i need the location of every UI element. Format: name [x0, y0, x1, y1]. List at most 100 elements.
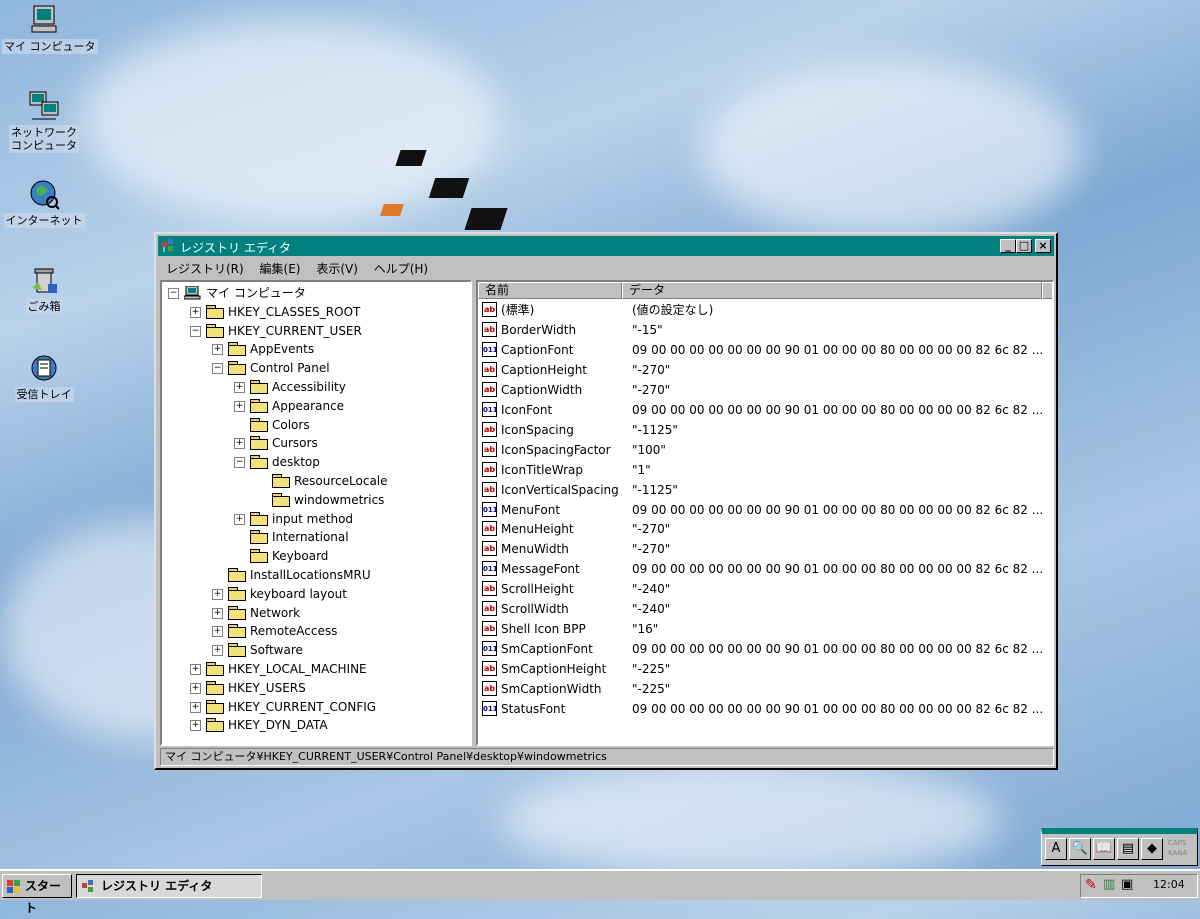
value-row[interactable]: ab MenuWidth "-270" [480, 539, 1052, 559]
tree-node[interactable]: + HKEY_USERS [162, 679, 468, 697]
desktop-icon-inbox[interactable]: 受信トレイ [2, 352, 86, 402]
menu-registry[interactable]: レジストリ(R) [160, 258, 250, 279]
tree-node-label: windowmetrics [294, 492, 385, 507]
tree-node[interactable]: ResourceLocale [162, 472, 468, 490]
tree-node[interactable]: − HKEY_CURRENT_USER [162, 322, 468, 340]
expand-toggle-icon[interactable]: + [190, 720, 201, 732]
value-row[interactable]: ab SmCaptionWidth "-225" [480, 679, 1052, 699]
expand-toggle-icon[interactable]: + [234, 438, 245, 450]
expand-toggle-icon[interactable]: + [212, 645, 223, 657]
tree-node[interactable]: + HKEY_LOCAL_MACHINE [162, 660, 468, 678]
tree-node[interactable]: + keyboard layout [162, 585, 468, 603]
value-row[interactable]: 011 IconFont 09 00 00 00 00 00 00 00 90 01… [480, 400, 1052, 420]
value-row[interactable]: ab Shell Icon BPP "16" [480, 619, 1052, 639]
ime-tool-icon[interactable]: ◆ [1141, 838, 1163, 860]
expand-toggle-icon[interactable]: + [234, 400, 245, 412]
expand-toggle-icon[interactable]: + [190, 306, 201, 318]
start-button[interactable]: スタート [2, 874, 72, 915]
tree-node[interactable]: + input method [162, 510, 468, 528]
value-row[interactable]: ab CaptionHeight "-270" [480, 360, 1052, 380]
tree-node[interactable]: − desktop [162, 453, 468, 471]
minimize-button[interactable]: _ [1000, 239, 1016, 253]
collapse-toggle-icon[interactable]: − [212, 363, 223, 375]
menu-edit[interactable]: 編集(E) [254, 258, 307, 279]
tree-node[interactable]: − Control Panel [162, 359, 468, 377]
tree-node[interactable]: International [162, 528, 468, 546]
folder-open-icon [272, 492, 290, 507]
expand-toggle-icon[interactable]: + [234, 513, 245, 525]
collapse-toggle-icon[interactable]: − [234, 457, 245, 469]
folder-icon [250, 398, 268, 413]
expand-toggle-icon[interactable]: + [212, 588, 223, 600]
ime-toolbar[interactable]: A 🔍 📖 ▤ ◆ CAPS KANA [1041, 828, 1198, 866]
desktop-icon-my-computer[interactable]: マイ コンピュータ [2, 4, 98, 54]
network-tray-icon[interactable]: ▥ [1103, 877, 1115, 892]
collapse-toggle-icon[interactable]: − [190, 325, 201, 337]
title-bar[interactable]: レジストリ エディタ _ □ × [158, 236, 1054, 256]
column-header-data[interactable]: データ [622, 282, 1042, 299]
value-row[interactable]: 011 StatusFont 09 00 00 00 00 00 00 00 90 … [480, 699, 1052, 719]
tree-node[interactable]: InstallLocationsMRU [162, 566, 468, 584]
value-row[interactable]: ab SmCaptionHeight "-225" [480, 659, 1052, 679]
column-header-name[interactable]: 名前 [478, 282, 622, 299]
tree-node[interactable]: + HKEY_CLASSES_ROOT [162, 303, 468, 321]
value-row[interactable]: ab BorderWidth "-15" [480, 320, 1052, 340]
tree-node[interactable]: + AppEvents [162, 340, 468, 358]
value-row[interactable]: ab IconSpacingFactor "100" [480, 440, 1052, 460]
menu-help[interactable]: ヘルプ(H) [368, 258, 434, 279]
value-row[interactable]: ab IconTitleWrap "1" [480, 460, 1052, 480]
tree-node[interactable]: + Cursors [162, 434, 468, 452]
tree-node[interactable]: Keyboard [162, 547, 468, 565]
expand-toggle-icon[interactable]: + [190, 664, 201, 675]
expand-toggle-icon[interactable]: + [212, 344, 223, 356]
clock[interactable]: 12:04 [1153, 878, 1185, 891]
pen-icon[interactable]: ✎ [1085, 877, 1097, 893]
value-row[interactable]: ab ScrollWidth "-240" [480, 599, 1052, 619]
value-row[interactable]: 011 CaptionFont 09 00 00 00 00 00 00 00 90… [480, 340, 1052, 360]
ime-dictionary-icon[interactable]: 📖 [1093, 838, 1115, 860]
tree-node[interactable]: + Network [162, 604, 468, 622]
ime-search-icon[interactable]: 🔍 [1069, 838, 1091, 860]
tree-node[interactable]: + HKEY_DYN_DATA [162, 716, 468, 734]
value-row[interactable]: ab IconSpacing "-1125" [480, 420, 1052, 440]
tree-node[interactable]: + RemoteAccess [162, 622, 468, 640]
desktop-icon-network[interactable]: ネットワーク コンピュータ [2, 90, 86, 153]
scheduler-tray-icon[interactable]: ▣ [1121, 877, 1133, 892]
expand-toggle-icon[interactable]: + [190, 682, 201, 694]
value-list-pane[interactable]: 名前 データ ab (標準) (値の設定なし) ab BorderWidth "-15" 0… [476, 280, 1054, 746]
value-row[interactable]: ab ScrollHeight "-240" [480, 579, 1052, 599]
value-data: "1" [632, 462, 651, 477]
tree-node[interactable]: − マイ コンピュータ [162, 284, 468, 302]
tree-node[interactable]: + HKEY_CURRENT_CONFIG [162, 698, 468, 716]
expand-toggle-icon[interactable]: + [212, 626, 223, 638]
taskbar-button-regedit[interactable]: レジストリ エディタ [76, 874, 262, 898]
desktop-icon-internet[interactable]: インターネット [2, 178, 86, 228]
ime-mode-button[interactable]: A [1045, 838, 1067, 860]
desktop-icon-recycle-bin[interactable]: ごみ箱 [2, 264, 86, 314]
ime-pad-icon[interactable]: ▤ [1117, 838, 1139, 860]
expand-toggle-icon[interactable]: + [234, 382, 245, 393]
value-row[interactable]: ab (標準) (値の設定なし) [480, 300, 1052, 320]
maximize-button[interactable]: □ [1016, 239, 1032, 253]
value-row[interactable]: ab CaptionWidth "-270" [480, 380, 1052, 400]
value-row[interactable]: ab MenuHeight "-270" [480, 519, 1052, 539]
value-name: IconSpacingFactor [501, 442, 611, 457]
collapse-toggle-icon[interactable]: − [168, 288, 179, 299]
expand-toggle-icon[interactable]: + [212, 607, 223, 619]
value-row[interactable]: ab IconVerticalSpacing "-1125" [480, 480, 1052, 500]
tree-node[interactable]: windowmetrics [162, 491, 468, 509]
close-button[interactable]: × [1035, 239, 1051, 253]
menu-view[interactable]: 表示(V) [310, 258, 364, 279]
regedit-app-icon[interactable] [161, 238, 177, 254]
key-tree-pane[interactable]: − マイ コンピュータ + HKEY_CLASSES_ROOT − HKEY_CURREN… [160, 280, 472, 746]
folder-icon [228, 643, 246, 658]
tree-node[interactable]: + Appearance [162, 397, 468, 415]
value-row[interactable]: 011 MessageFont 09 00 00 00 00 00 00 00 90… [480, 559, 1052, 579]
value-row[interactable]: 011 MenuFont 09 00 00 00 00 00 00 00 90 01… [480, 500, 1052, 520]
value-row[interactable]: 011 SmCaptionFont 09 00 00 00 00 00 00 00 … [480, 639, 1052, 659]
tree-node[interactable]: Colors [162, 416, 468, 434]
tree-node[interactable]: + Software [162, 641, 468, 659]
tree-node[interactable]: + Accessibility [162, 378, 468, 396]
expand-toggle-icon[interactable]: + [190, 701, 201, 713]
registry-editor-window[interactable]: レジストリ エディタ _ □ × レジストリ(R) 編集(E) 表示(V) ヘル… [154, 232, 1058, 770]
